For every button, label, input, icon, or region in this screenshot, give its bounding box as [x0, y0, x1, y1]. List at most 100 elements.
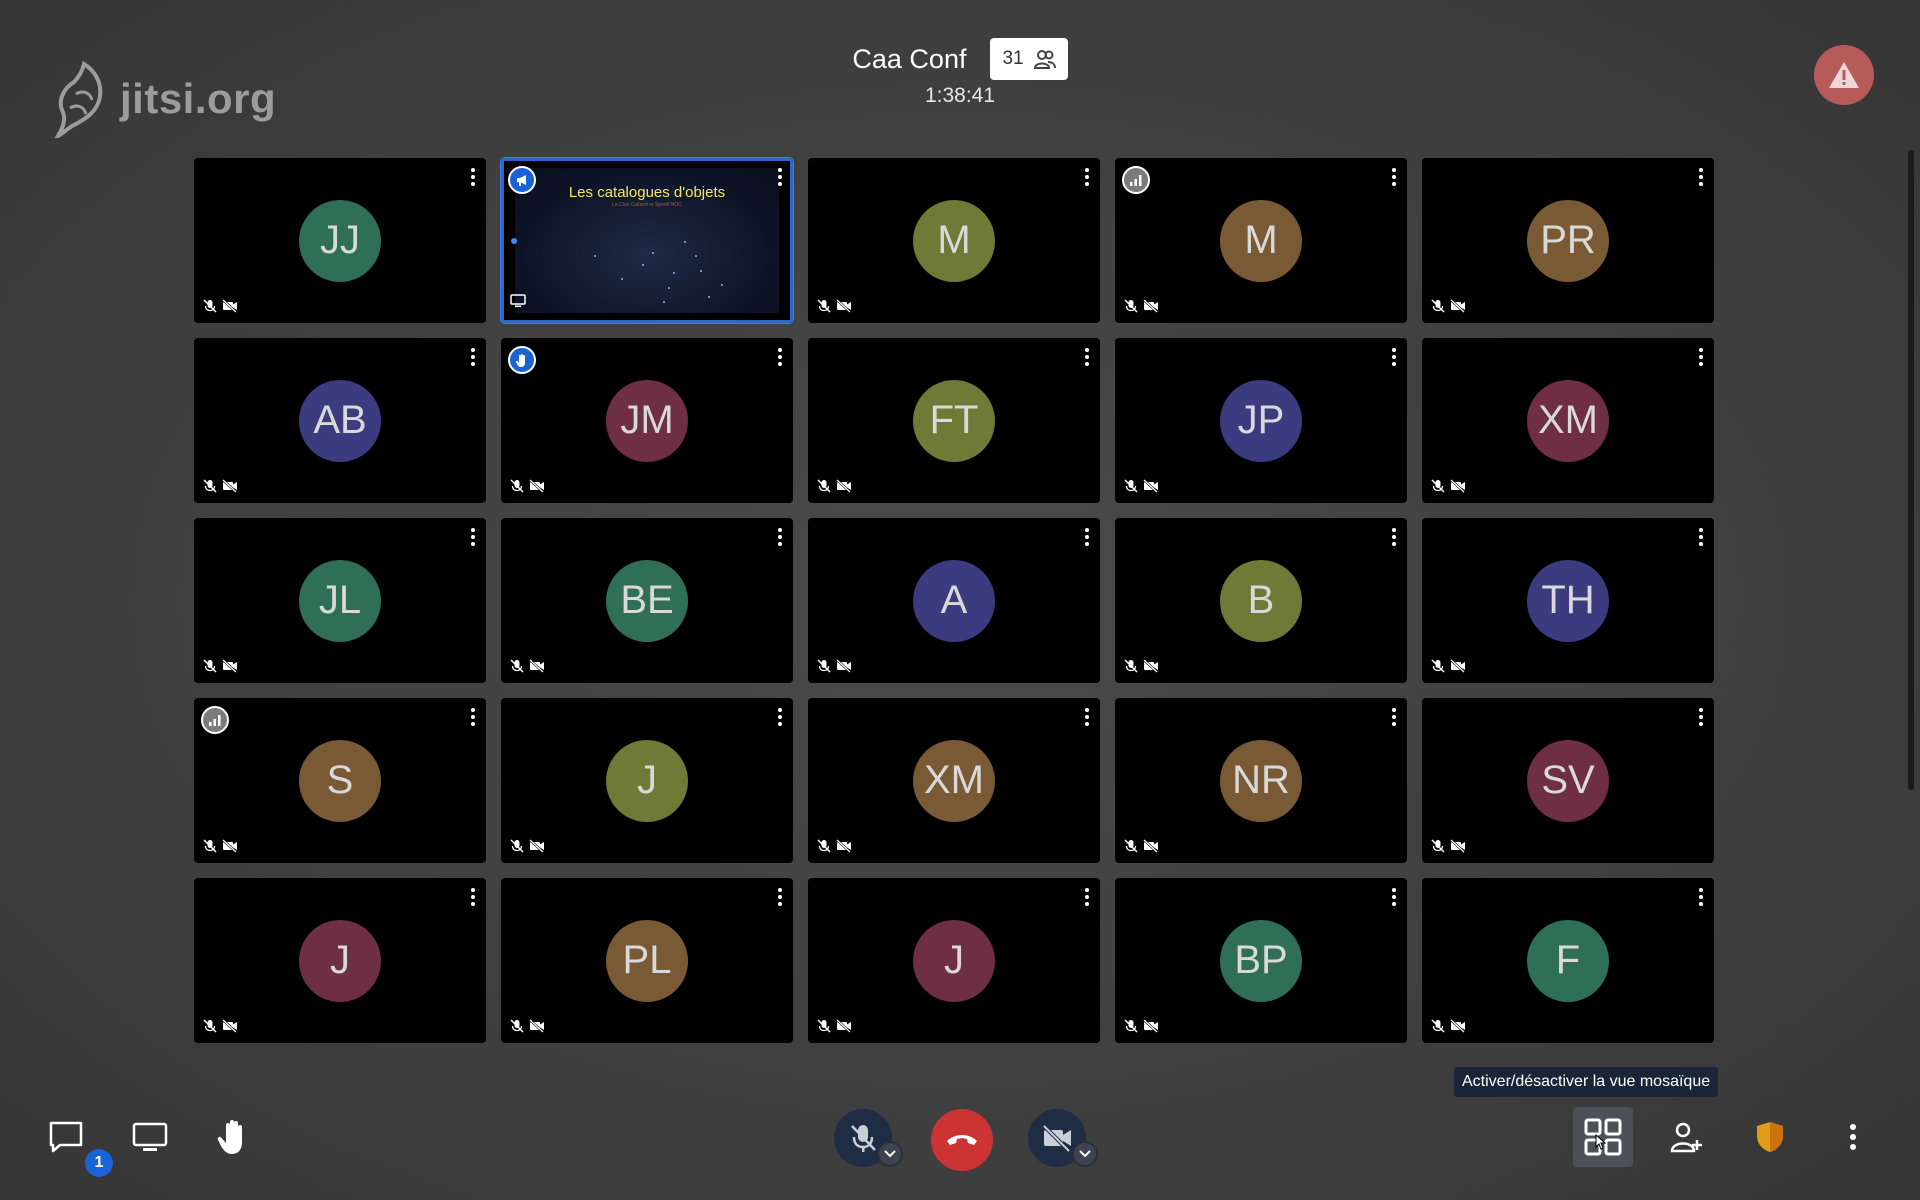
participant-tile[interactable]: XM — [1422, 338, 1714, 503]
camera-off-icon — [836, 839, 851, 853]
avatar: PR — [1527, 199, 1609, 282]
connection-warning-button[interactable] — [1814, 45, 1874, 105]
avatar: A — [913, 559, 995, 642]
mic-muted-icon — [817, 659, 831, 673]
mic-muted-icon — [1124, 479, 1138, 493]
participant-tile[interactable]: A — [808, 518, 1100, 683]
participant-tile[interactable]: S — [194, 698, 486, 863]
participant-tile[interactable]: JM — [501, 338, 793, 503]
participant-tile[interactable]: J — [808, 878, 1100, 1043]
participant-tile[interactable]: PR — [1422, 158, 1714, 323]
tile-options-menu[interactable] — [470, 168, 476, 186]
mic-muted-icon — [203, 659, 217, 673]
camera-off-icon — [222, 839, 237, 853]
participant-tile[interactable]: NR — [1115, 698, 1407, 863]
tile-options-menu[interactable] — [777, 528, 783, 546]
participant-tile[interactable]: JP — [1115, 338, 1407, 503]
tile-status-icons — [817, 659, 852, 673]
participants-count: 31 — [1002, 48, 1024, 69]
participant-tile[interactable]: J — [194, 878, 486, 1043]
participants-count-badge[interactable]: 31 — [990, 38, 1068, 80]
tile-options-menu[interactable] — [777, 708, 783, 726]
participant-tile[interactable]: M — [808, 158, 1100, 323]
participant-tile[interactable]: J — [501, 698, 793, 863]
participant-tile[interactable]: F — [1422, 878, 1714, 1043]
conference-header: Caa Conf 31 1:38:41 — [0, 38, 1920, 108]
tile-options-menu[interactable] — [470, 528, 476, 546]
tile-options-menu[interactable] — [1391, 348, 1397, 366]
avatar: JL — [299, 559, 381, 642]
more-options-button[interactable] — [1829, 1113, 1877, 1161]
mic-muted-icon — [510, 839, 524, 853]
camera-off-icon — [1450, 659, 1465, 673]
participant-tile[interactable]: PL — [501, 878, 793, 1043]
tile-view-button[interactable] — [1573, 1107, 1633, 1167]
participant-tile[interactable]: XM — [808, 698, 1100, 863]
participant-tile[interactable]: TH — [1422, 518, 1714, 683]
tile-options-menu[interactable] — [1084, 528, 1090, 546]
tile-options-menu[interactable] — [1698, 528, 1704, 546]
participant-tile[interactable]: JL — [194, 518, 486, 683]
tile-options-menu[interactable] — [1698, 168, 1704, 186]
camera-off-icon — [222, 1019, 237, 1033]
audio-settings-button[interactable] — [877, 1141, 903, 1167]
participants-icon — [1033, 50, 1056, 69]
participant-tile[interactable]: AB — [194, 338, 486, 503]
hangup-button[interactable] — [931, 1109, 993, 1171]
tile-options-menu[interactable] — [777, 348, 783, 366]
security-options-button[interactable] — [1746, 1113, 1794, 1161]
participant-tile[interactable]: SV — [1422, 698, 1714, 863]
tile-options-menu[interactable] — [1698, 348, 1704, 366]
invite-icon — [1670, 1122, 1702, 1153]
tile-options-menu[interactable] — [1391, 168, 1397, 186]
tile-status-icons — [1124, 479, 1159, 493]
tile-options-menu[interactable] — [777, 888, 783, 906]
mic-muted-icon — [1124, 839, 1138, 853]
tile-options-menu[interactable] — [1084, 888, 1090, 906]
screen-share-button[interactable] — [126, 1113, 174, 1161]
avatar: M — [1220, 199, 1302, 282]
tile-options-menu[interactable] — [1391, 888, 1397, 906]
tile-options-menu[interactable] — [470, 708, 476, 726]
camera-muted-icon — [1042, 1124, 1071, 1152]
tile-options-menu[interactable] — [1084, 348, 1090, 366]
avatar: J — [606, 739, 688, 822]
chat-button[interactable] — [42, 1113, 90, 1161]
participant-tile[interactable]: JJ — [194, 158, 486, 323]
tile-options-menu[interactable] — [777, 168, 783, 186]
tile-status-icons — [1431, 659, 1466, 673]
tile-view-tooltip: Activer/désactiver la vue mosaïque — [1454, 1067, 1719, 1097]
tile-options-menu[interactable] — [1698, 888, 1704, 906]
tile-options-menu[interactable] — [1084, 708, 1090, 726]
tile-options-menu[interactable] — [1391, 708, 1397, 726]
tile-status-icons — [817, 479, 852, 493]
video-settings-button[interactable] — [1072, 1141, 1098, 1167]
camera-off-icon — [1143, 299, 1158, 313]
tile-options-menu[interactable] — [1698, 708, 1704, 726]
chat-icon — [49, 1121, 83, 1153]
tile-options-menu[interactable] — [470, 888, 476, 906]
tile-options-menu[interactable] — [1084, 168, 1090, 186]
slide-title: Les catalogues d'objets — [568, 184, 726, 201]
participant-tile[interactable]: BP — [1115, 878, 1407, 1043]
tile-options-menu[interactable] — [1391, 528, 1397, 546]
mic-muted-icon — [817, 1019, 831, 1033]
slide-pointer — [511, 238, 517, 244]
connection-quality-badge — [201, 706, 229, 734]
tile-status-icons — [1431, 479, 1466, 493]
grid-scrollbar[interactable] — [1908, 150, 1914, 790]
participant-tile[interactable]: BE — [501, 518, 793, 683]
tile-options-menu[interactable] — [470, 348, 476, 366]
mic-muted-icon — [1431, 659, 1445, 673]
participant-tile[interactable]: B — [1115, 518, 1407, 683]
screen-share-tile[interactable]: Les catalogues d'objets Le Club Culturel … — [501, 158, 793, 323]
participant-tile[interactable]: FT — [808, 338, 1100, 503]
raise-hand-button[interactable] — [210, 1113, 258, 1161]
tile-status-icons — [1124, 839, 1159, 853]
tile-status-icons — [510, 1019, 545, 1033]
invite-button[interactable] — [1663, 1113, 1711, 1161]
meeting-screen: jitsi.org Caa Conf 31 1:38:41 JJ Les cat… — [0, 0, 1920, 1200]
camera-off-icon — [1450, 479, 1465, 493]
camera-off-icon — [1143, 839, 1158, 853]
participant-tile[interactable]: M — [1115, 158, 1407, 323]
